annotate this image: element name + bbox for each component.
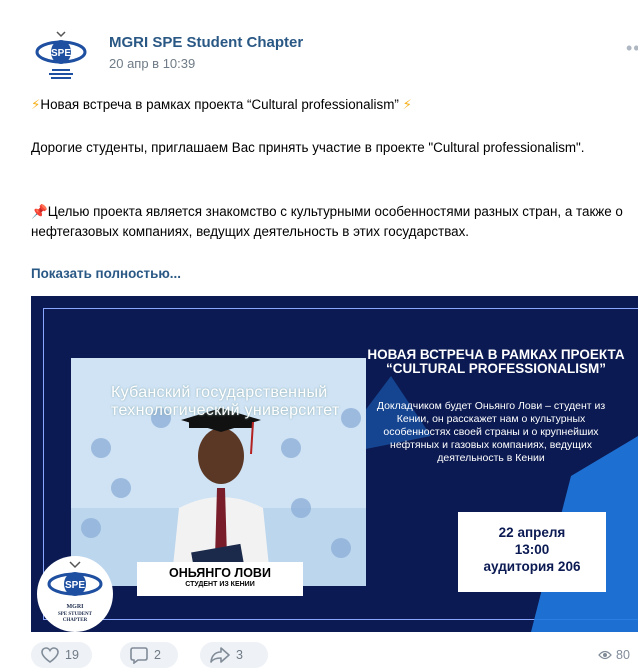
post-line-3-text: Целью проекта является знакомство с куль…: [31, 204, 623, 239]
ellipsis-icon[interactable]: ••: [626, 38, 638, 59]
banner-description: Докладчиком будет Оньянго Лови – студент…: [376, 400, 606, 464]
svg-text:SPE: SPE: [51, 48, 71, 59]
share-count: 3: [236, 648, 243, 662]
comment-icon: [130, 646, 148, 664]
show-more-link[interactable]: Показать полностью...: [31, 266, 181, 281]
like-button[interactable]: 19: [31, 642, 92, 668]
post-line-2: Дорогие студенты, приглашаем Вас принять…: [31, 140, 585, 155]
spe-logo: SPE MGRI SPE STUDENT CHAPTER: [35, 554, 115, 632]
post-line-1: ⚡Новая встреча в рамках проекта “Cultura…: [31, 95, 631, 115]
event-time: 13:00: [514, 542, 550, 557]
view-count: 80: [616, 648, 630, 662]
comment-count: 2: [154, 648, 161, 662]
speaker-photo: Кубанский государственный технологически…: [71, 358, 366, 586]
svg-text:SPE: SPE: [65, 580, 85, 591]
like-count: 19: [65, 648, 79, 662]
share-button[interactable]: 3: [200, 642, 268, 668]
speaker-subtitle: СТУДЕНТ ИЗ КЕНИИ: [185, 581, 255, 588]
event-date-card: 22 апреля 13:00 аудитория 206: [458, 512, 606, 592]
speaker-name-card: ОНЬЯНГО ЛОВИ СТУДЕНТ ИЗ КЕНИИ: [137, 562, 303, 596]
post-actions: 19 2 3 80: [0, 640, 638, 670]
eye-icon: [598, 650, 612, 660]
heart-icon: [41, 647, 59, 663]
lightning-icon: ⚡: [31, 97, 41, 112]
author-avatar[interactable]: SPE: [32, 28, 90, 86]
banner-title-line-2: “CULTURAL PROFESSIONALISM”: [385, 361, 606, 376]
comment-button[interactable]: 2: [120, 642, 178, 668]
logo-text-2: SPE STUDENT: [58, 612, 93, 617]
post-line-3: 📌Целью проекта является знакомство с кул…: [31, 202, 631, 242]
event-room: аудитория 206: [483, 559, 581, 574]
post-image[interactable]: Кубанский государственный технологически…: [31, 296, 638, 632]
speaker-name: ОНЬЯНГО ЛОВИ: [169, 566, 271, 580]
event-date: 22 апреля: [498, 525, 566, 540]
logo-text-3: CHAPTER: [63, 618, 88, 623]
logo-text-1: MGRI: [67, 604, 85, 610]
share-icon: [210, 647, 230, 663]
post: SPE MGRI SPE Student Chapter 20 апр в 10…: [0, 0, 638, 670]
post-line-1-text: Новая встреча в рамках проекта “Cultural…: [40, 97, 399, 112]
views-counter: 80: [598, 648, 630, 662]
university-name: Кубанский государственный технологически…: [111, 384, 340, 419]
post-date[interactable]: 20 апр в 10:39: [109, 56, 195, 71]
lightning-icon: ⚡: [398, 97, 412, 112]
author-name[interactable]: MGRI SPE Student Chapter: [109, 34, 303, 51]
pushpin-icon: 📌: [31, 204, 48, 219]
banner-title-line-1: НОВАЯ ВСТРЕЧА В РАМКАХ ПРОЕКТА: [367, 347, 625, 362]
banner-title: НОВАЯ ВСТРЕЧА В РАМКАХ ПРОЕКТА “CULTURAL…: [351, 348, 638, 376]
